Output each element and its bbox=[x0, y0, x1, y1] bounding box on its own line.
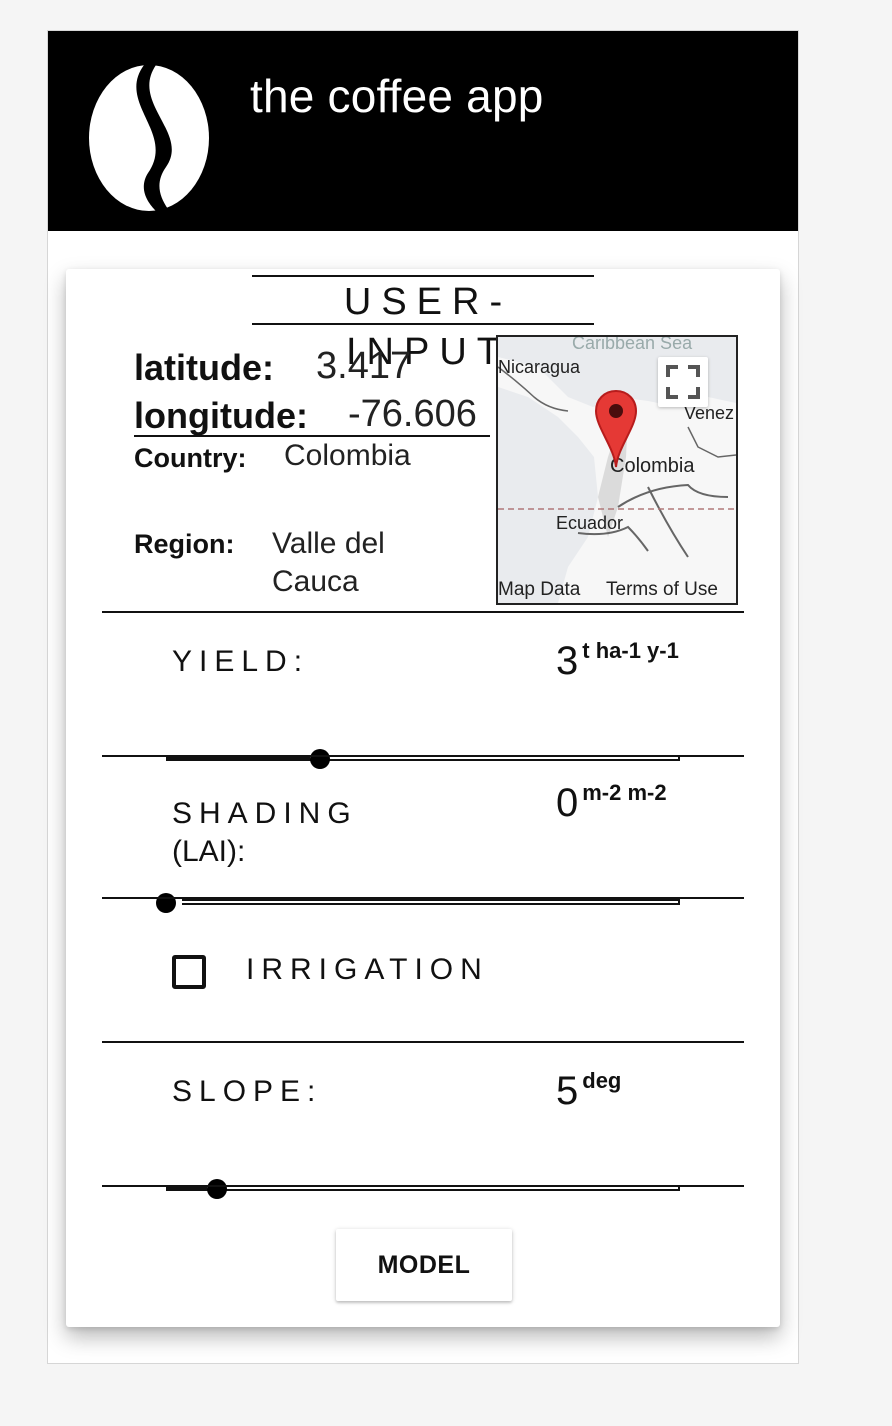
region-value-line2: Cauca bbox=[272, 565, 359, 598]
country-value: Colombia bbox=[284, 439, 411, 472]
app-frame: the coffee app USER-INPUT latitude: 3.41… bbox=[47, 30, 799, 1364]
irrigation-label[interactable]: IRRIGATION bbox=[246, 953, 489, 987]
yield-unit: t ha-1 y-1 bbox=[582, 638, 679, 663]
shading-value: 0 bbox=[556, 781, 579, 825]
slope-value-display: 5 deg bbox=[556, 1068, 622, 1114]
yield-slider[interactable] bbox=[166, 749, 680, 769]
shading-label-line1: SHADING bbox=[172, 797, 358, 830]
divider-location bbox=[102, 611, 744, 613]
yield-slider-thumb[interactable] bbox=[310, 749, 330, 769]
latitude-value: 3.417 bbox=[316, 345, 412, 387]
divider-shading bbox=[102, 897, 744, 899]
slope-value: 5 bbox=[556, 1069, 579, 1113]
slope-slider[interactable] bbox=[166, 1179, 680, 1199]
yield-label: YIELD: bbox=[172, 645, 310, 678]
divider-yield bbox=[102, 755, 744, 757]
divider-slope bbox=[102, 1185, 744, 1187]
location-map[interactable]: Caribbean Sea Nicaragua Venez Colombia E… bbox=[496, 335, 738, 605]
map-footer: Map Data Terms of Use bbox=[498, 577, 736, 603]
region-label: Region: bbox=[134, 529, 235, 559]
map-data-link[interactable]: Map Data bbox=[498, 579, 580, 601]
latitude-row: latitude: bbox=[134, 347, 274, 389]
country-label: Country: bbox=[134, 443, 247, 473]
slope-unit: deg bbox=[582, 1068, 622, 1093]
map-terms-link[interactable]: Terms of Use bbox=[606, 579, 718, 601]
app-title: the coffee app bbox=[250, 70, 544, 122]
divider-irrigation bbox=[102, 1041, 744, 1043]
shading-unit: m-2 m-2 bbox=[582, 780, 667, 805]
fullscreen-icon[interactable] bbox=[658, 357, 708, 407]
map-label-caribbean: Caribbean Sea bbox=[572, 335, 693, 353]
coffee-bean-icon bbox=[89, 65, 209, 211]
irrigation-checkbox[interactable] bbox=[172, 955, 206, 989]
shading-value-display: 0 m-2 m-2 bbox=[556, 780, 667, 826]
map-label-nicaragua: Nicaragua bbox=[498, 357, 581, 377]
slope-label: SLOPE: bbox=[172, 1075, 323, 1108]
shading-slider-track bbox=[166, 899, 680, 905]
region-value-line1: Valle del bbox=[272, 527, 385, 560]
longitude-label: longitude: bbox=[134, 395, 308, 436]
map-pin-icon[interactable] bbox=[594, 389, 638, 469]
section-title: USER-INPUT bbox=[252, 275, 594, 373]
yield-value-display: 3t ha-1 y-1 bbox=[556, 638, 679, 684]
shading-slider-thumb[interactable] bbox=[156, 893, 176, 913]
map-label-ecuador: Ecuador bbox=[556, 513, 624, 533]
user-input-card: USER-INPUT latitude: 3.417 longitude: -7… bbox=[66, 269, 780, 1327]
slope-slider-thumb[interactable] bbox=[207, 1179, 227, 1199]
yield-value: 3 bbox=[556, 639, 579, 683]
app-header: the coffee app bbox=[48, 31, 798, 231]
longitude-value: -76.606 bbox=[348, 393, 477, 435]
longitude-row: longitude: bbox=[134, 395, 308, 437]
shading-label-line2: (LAI): bbox=[172, 835, 246, 868]
shading-slider[interactable] bbox=[156, 893, 680, 913]
latitude-label: latitude: bbox=[134, 347, 274, 388]
model-button[interactable]: MODEL bbox=[336, 1229, 512, 1301]
